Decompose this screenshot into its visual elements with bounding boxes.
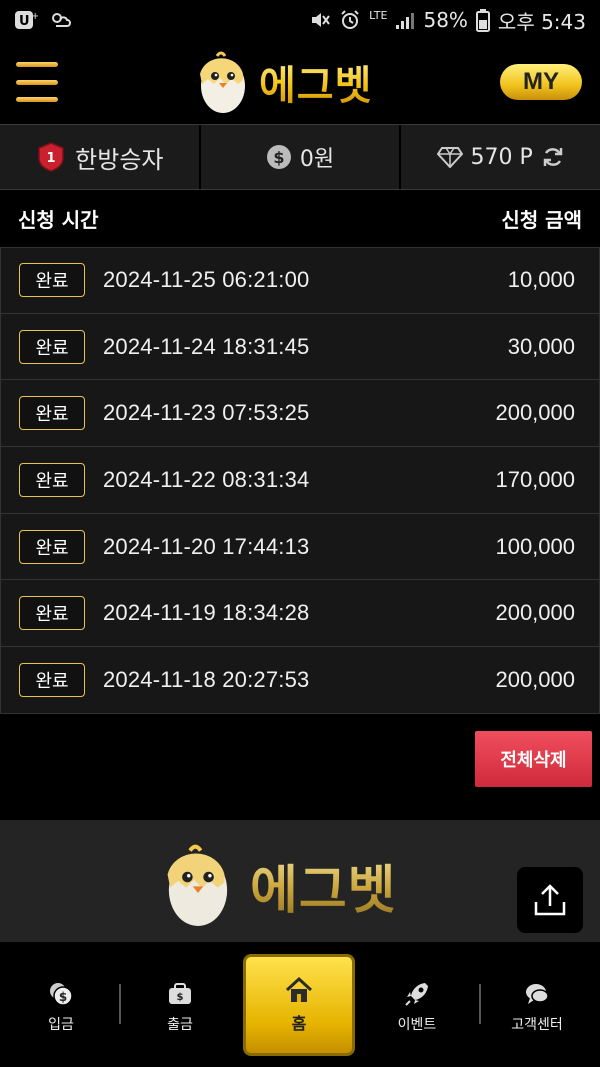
list-item[interactable]: 완료 2024-11-19 18:34:28 200,000 — [0, 580, 600, 648]
request-time: 2024-11-20 17:44:13 — [103, 533, 310, 559]
points-cell: 570 P — [401, 125, 600, 189]
diamond-icon — [436, 147, 463, 168]
share-icon — [534, 884, 566, 916]
network-type: LTE — [369, 8, 388, 22]
my-page-button[interactable]: MY — [500, 64, 582, 100]
list-item[interactable]: 완료 2024-11-20 17:44:13 100,000 — [0, 513, 600, 581]
status-badge: 완료 — [19, 529, 85, 564]
svg-text:$: $ — [59, 990, 67, 1004]
footer-banner: 에그벳 — [0, 820, 600, 942]
request-amount: 30,000 — [507, 333, 575, 359]
request-list: 완료 2024-11-25 06:21:00 10,000 완료 2024-11… — [0, 247, 600, 714]
home-icon — [285, 976, 313, 1002]
list-item[interactable]: 완료 2024-11-22 08:31:34 170,000 — [0, 447, 600, 514]
list-item[interactable]: 완료 2024-11-18 20:27:53 200,000 — [0, 647, 600, 714]
nav-event[interactable]: 이벤트 — [372, 980, 462, 1034]
nav-deposit[interactable]: $ 입금 — [16, 980, 106, 1034]
money-value: 0원 — [299, 147, 335, 172]
user-stats-bar: 1 한방승자 $ 0원 570 P — [0, 124, 600, 190]
weather-icon — [52, 13, 71, 27]
list-item[interactable]: 완료 2024-11-23 07:53:25 200,000 — [0, 380, 600, 448]
nav-divider — [479, 984, 481, 1024]
egg-chick-mascot-icon — [200, 51, 245, 113]
footer-logo: 에그벳 — [160, 840, 397, 930]
request-amount: 200,000 — [495, 600, 575, 626]
money-cell: $ 0원 — [201, 125, 402, 189]
points-value: 570 P — [470, 144, 533, 170]
menu-line — [16, 97, 58, 102]
request-amount: 170,000 — [495, 466, 575, 492]
request-time: 2024-11-19 18:34:28 — [103, 600, 310, 626]
status-badge: 완료 — [19, 662, 85, 697]
svg-text:+: + — [31, 11, 38, 22]
nav-withdraw[interactable]: $ 출금 — [135, 980, 225, 1034]
request-amount: 10,000 — [507, 267, 575, 293]
menu-line — [16, 62, 58, 67]
request-time: 2024-11-23 07:53:25 — [103, 400, 310, 426]
status-badge: 완료 — [19, 596, 85, 631]
deposit-coin-icon: $ — [50, 983, 73, 1006]
level-shield-icon: 1 — [38, 142, 64, 172]
request-amount: 200,000 — [495, 666, 575, 692]
list-item[interactable]: 완료 2024-11-25 06:21:00 10,000 — [0, 247, 600, 314]
status-badge: 완료 — [19, 329, 85, 364]
battery-icon — [475, 9, 490, 32]
refresh-icon[interactable] — [541, 145, 565, 169]
share-button[interactable] — [517, 867, 583, 933]
status-badge: 완료 — [19, 263, 85, 298]
svg-text:$: $ — [177, 992, 184, 1003]
delete-all-button[interactable]: 전체삭제 — [475, 731, 592, 787]
lte-signal-icon — [396, 13, 415, 29]
app-logo[interactable]: 에그벳 — [195, 46, 372, 118]
mute-icon — [312, 13, 330, 27]
nav-label: 홈 — [291, 1014, 307, 1033]
status-left: U + — [14, 9, 72, 31]
alarm-icon — [341, 10, 359, 29]
list-item[interactable]: 완료 2024-11-24 18:31:45 30,000 — [0, 313, 600, 381]
svg-text:$: $ — [273, 148, 284, 167]
nav-label: 입금 — [48, 1017, 74, 1033]
bottom-nav: $ 입금 $ 출금 홈 이벤트 고객센터 — [0, 942, 600, 1067]
nickname: 한방승자 — [75, 145, 164, 174]
battery-percent: 58% — [423, 8, 468, 32]
request-time: 2024-11-18 20:27:53 — [103, 666, 310, 692]
status-bar: U + LTE 58% 오후 5:43 — [0, 0, 600, 40]
request-amount: 200,000 — [495, 400, 575, 426]
wallet-icon: $ — [169, 983, 191, 1004]
col-header-amount: 신청 금액 — [501, 207, 582, 232]
col-header-time: 신청 시간 — [18, 207, 99, 232]
level-number: 1 — [47, 151, 56, 166]
chat-support-icon — [526, 984, 549, 1004]
nav-support[interactable]: 고객센터 — [492, 980, 582, 1034]
request-amount: 100,000 — [495, 533, 575, 559]
coin-icon: $ — [266, 145, 291, 169]
menu-button[interactable] — [16, 62, 58, 102]
nav-divider — [119, 984, 121, 1024]
app-header: 에그벳 MY — [0, 40, 600, 124]
logo-text: 에그벳 — [259, 53, 372, 111]
nav-home[interactable]: 홈 — [243, 954, 355, 1056]
request-time: 2024-11-25 06:21:00 — [103, 267, 310, 293]
list-header: 신청 시간 신청 금액 — [0, 190, 600, 246]
clock: 오후 5:43 — [497, 9, 586, 34]
footer-logo-text: 에그벳 — [250, 848, 397, 923]
request-time: 2024-11-22 08:31:34 — [103, 466, 310, 492]
svg-text:U: U — [19, 14, 30, 29]
status-right: LTE 58% 오후 5:43 — [309, 6, 586, 35]
request-time: 2024-11-24 18:31:45 — [103, 333, 310, 359]
nav-label: 출금 — [167, 1017, 193, 1033]
u-plus-icon: U + — [15, 11, 38, 29]
egg-chick-mascot-icon — [167, 844, 228, 927]
status-badge: 완료 — [19, 396, 85, 431]
user-nickname-cell: 1 한방승자 — [0, 125, 201, 189]
rocket-icon — [405, 983, 428, 1006]
nav-label: 고객센터 — [511, 1017, 563, 1033]
status-badge: 완료 — [19, 462, 85, 497]
menu-line — [16, 79, 58, 85]
nav-label: 이벤트 — [397, 1017, 437, 1033]
